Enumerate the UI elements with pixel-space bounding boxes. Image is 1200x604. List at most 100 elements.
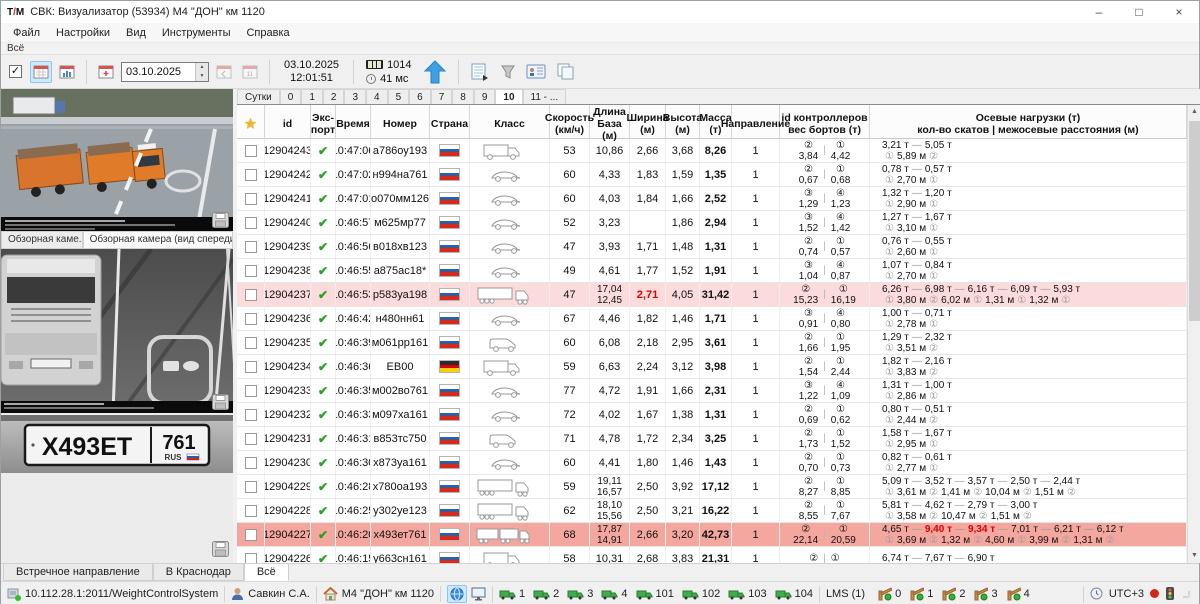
table-row[interactable]: 12904235 ✔ 10:46:39 м061рр161 60 6,08 2,…	[237, 331, 1187, 355]
map-button[interactable]	[447, 585, 467, 603]
close-button[interactable]: ×	[1159, 1, 1199, 23]
table-row[interactable]: 12904241 ✔ 10:47:01 о070мм126 60 4,03 1,…	[237, 187, 1187, 211]
header-class[interactable]: Класс	[470, 105, 550, 143]
overview-camera-photo[interactable]	[1, 89, 233, 231]
row-checkbox[interactable]	[245, 529, 257, 541]
day-tab-3[interactable]: 3	[344, 89, 366, 104]
header-country[interactable]: Страна	[430, 105, 470, 143]
front-camera-photo[interactable]	[1, 249, 233, 413]
row-checkbox[interactable]	[245, 193, 257, 205]
row-checkbox[interactable]	[245, 145, 257, 157]
table-row[interactable]: 12904238 ✔ 10:46:55 а875ас18* 49 4,61 1,…	[237, 259, 1187, 283]
row-checkbox[interactable]	[245, 505, 257, 517]
header-width[interactable]: Ширина(м)	[630, 105, 666, 143]
row-checkbox[interactable]	[245, 481, 257, 493]
calendar-day-button[interactable]	[30, 61, 52, 83]
select-all-checkbox[interactable]: ✓	[9, 65, 22, 78]
table-row[interactable]: 12904233 ✔ 10:46:35 м002во761 77 4,72 1,…	[237, 379, 1187, 403]
date-spinner[interactable]: ▲▼	[195, 63, 208, 81]
calendar-prev-button[interactable]	[213, 61, 235, 83]
day-tab-5[interactable]: 5	[388, 89, 410, 104]
table-row[interactable]: 12904229 ✔ 10:46:28 х780оа193 59 19,1116…	[237, 475, 1187, 499]
row-checkbox[interactable]	[245, 265, 257, 277]
table-row[interactable]: 12904243 ✔ 10:47:06 а786оу193 53 10,86 2…	[237, 139, 1187, 163]
row-checkbox[interactable]	[245, 553, 257, 564]
report-button[interactable]	[467, 61, 493, 83]
menu-item-4[interactable]: Справка	[238, 25, 297, 41]
row-checkbox[interactable]	[245, 241, 257, 253]
day-tab-10[interactable]: 10	[495, 89, 522, 104]
header-direction[interactable]: Направление	[732, 105, 780, 143]
header-export[interactable]: Экс-порт	[311, 105, 336, 143]
row-checkbox[interactable]	[245, 217, 257, 229]
day-tab-9[interactable]: 9	[474, 89, 496, 104]
save-photo-button[interactable]	[212, 212, 229, 228]
row-checkbox[interactable]	[245, 289, 257, 301]
save-photo-button[interactable]	[212, 541, 229, 562]
header-id[interactable]: id	[265, 105, 311, 143]
table-row[interactable]: 12904240 ✔ 10:46:57 м625мр77 52 3,23 1,8…	[237, 211, 1187, 235]
header-time[interactable]: Время	[336, 105, 371, 143]
table-scrollbar[interactable]: ▲ ▼	[1187, 105, 1200, 563]
minimize-button[interactable]: –	[1079, 1, 1119, 23]
day-tab-Сутки[interactable]: Сутки	[237, 89, 280, 104]
row-checkbox[interactable]	[245, 457, 257, 469]
save-photo-button[interactable]	[212, 394, 229, 410]
direction-tab-1[interactable]: В Краснодар	[153, 564, 244, 581]
menu-item-2[interactable]: Вид	[118, 25, 154, 41]
scroll-to-top-button[interactable]	[420, 58, 450, 86]
row-checkbox[interactable]	[245, 409, 257, 421]
row-checkbox[interactable]	[245, 385, 257, 397]
calendar-date-button[interactable]: 11	[239, 61, 261, 83]
menu-item-1[interactable]: Настройки	[48, 25, 118, 41]
monitor-icon[interactable]	[471, 587, 486, 601]
menu-item-0[interactable]: Файл	[5, 25, 48, 41]
day-tab-11 - ...[interactable]: 11 - ...	[523, 89, 567, 104]
copy-button[interactable]	[553, 61, 579, 83]
header-controllers[interactable]: id контроллероввес бортов (т)	[780, 105, 870, 143]
table-row[interactable]: 12904232 ✔ 10:46:33 м097ха161 72 4,02 1,…	[237, 403, 1187, 427]
calendar-add-button[interactable]	[95, 61, 117, 83]
table-row[interactable]: 12904234 ✔ 10:46:36 EB00 59 6,63 2,24 3,…	[237, 355, 1187, 379]
menu-item-3[interactable]: Инструменты	[154, 25, 239, 41]
row-checkbox[interactable]	[245, 433, 257, 445]
day-tab-4[interactable]: 4	[366, 89, 388, 104]
header-length[interactable]: ДлинаБаза (м)	[590, 105, 630, 143]
plate-photo[interactable]: Х493ЕТ 761 RUS	[1, 415, 233, 473]
maximize-button[interactable]: □	[1119, 1, 1159, 23]
row-checkbox[interactable]	[245, 169, 257, 181]
day-tab-8[interactable]: 8	[452, 89, 474, 104]
table-row[interactable]: 12904227 ✔ 10:46:20 х493ет761 68 17,8714…	[237, 523, 1187, 547]
day-tab-1[interactable]: 1	[301, 89, 323, 104]
camera-tab-0[interactable]: Обзорная каме...	[1, 231, 83, 248]
table-row[interactable]: 12904237 ✔ 10:46:53 р583уа198 47 17,0412…	[237, 283, 1187, 307]
scroll-down-arrow[interactable]: ▼	[1188, 549, 1200, 563]
header-height[interactable]: Высота(м)	[666, 105, 700, 143]
header-axles[interactable]: Осевые нагрузки (т)кол-во скатов | межос…	[870, 105, 1187, 143]
header-speed[interactable]: Скорость(км/ч)	[550, 105, 590, 143]
header-plate[interactable]: Номер	[371, 105, 430, 143]
card-view-button[interactable]	[523, 61, 549, 83]
table-row[interactable]: 12904226 ✔ 10:46:15 у663сн161 58 10,31 2…	[237, 547, 1187, 563]
calendar-stats-button[interactable]	[56, 61, 78, 83]
table-row[interactable]: 12904228 ✔ 10:46:25 у302уе123 62 18,1015…	[237, 499, 1187, 523]
direction-tab-0[interactable]: Встречное направление	[3, 564, 153, 581]
date-field[interactable]: 03.10.2025 ▲▼	[121, 62, 209, 82]
camera-tab-1[interactable]: Обзорная камера (вид спереди; ...	[83, 231, 233, 248]
header-star[interactable]: ★	[237, 105, 265, 143]
table-row[interactable]: 12904239 ✔ 10:46:56 в018хв123 47 3,93 1,…	[237, 235, 1187, 259]
direction-tab-2[interactable]: Всё	[244, 564, 289, 581]
table-row[interactable]: 12904230 ✔ 10:46:30 х873уа161 60 4,41 1,…	[237, 451, 1187, 475]
scroll-thumb[interactable]	[1189, 121, 1200, 321]
day-tab-0[interactable]: 0	[280, 89, 302, 104]
table-row[interactable]: 12904236 ✔ 10:46:42 н480нн61 67 4,46 1,8…	[237, 307, 1187, 331]
table-row[interactable]: 12904242 ✔ 10:47:02 н994на761 60 4,33 1,…	[237, 163, 1187, 187]
scroll-up-arrow[interactable]: ▲	[1188, 105, 1200, 119]
day-tab-2[interactable]: 2	[323, 89, 345, 104]
day-tab-7[interactable]: 7	[431, 89, 453, 104]
filter-button[interactable]	[497, 61, 519, 83]
row-checkbox[interactable]	[245, 313, 257, 325]
row-checkbox[interactable]	[245, 361, 257, 373]
table-row[interactable]: 12904231 ✔ 10:46:31 в853тс750 71 4,78 1,…	[237, 427, 1187, 451]
day-tab-6[interactable]: 6	[409, 89, 431, 104]
